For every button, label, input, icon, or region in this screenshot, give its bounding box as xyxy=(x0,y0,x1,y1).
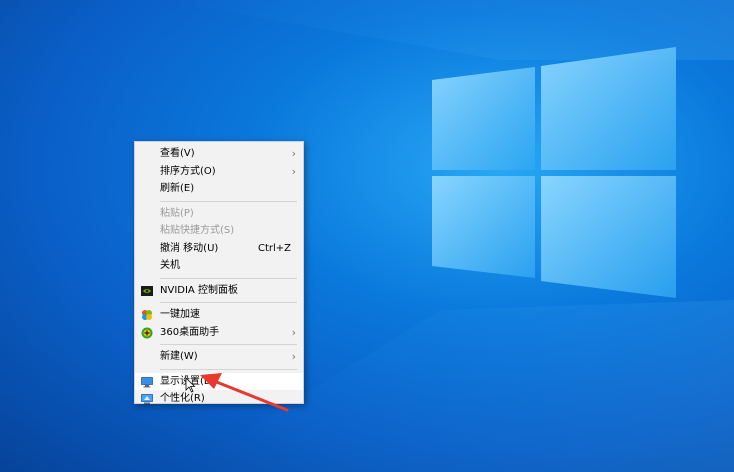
menu-separator xyxy=(160,368,297,370)
menu-separator xyxy=(160,277,297,279)
desktop[interactable]: 查看(V) › 排序方式(O) › 刷新(E) 粘贴(P) 粘贴快捷方式(S) … xyxy=(0,0,734,472)
menu-item-new[interactable]: 新建(W) › xyxy=(135,348,303,366)
menu-item-undo-move[interactable]: 撤消 移动(U) Ctrl+Z xyxy=(135,240,303,258)
menu-item-nvidia-control-panel[interactable]: NVIDIA 控制面板 xyxy=(135,282,303,300)
windows-logo-wallpaper xyxy=(160,0,734,472)
menu-item-personalize[interactable]: 个性化(R) xyxy=(135,390,303,408)
menu-item-paste-shortcut: 粘贴快捷方式(S) xyxy=(160,225,235,236)
menu-separator xyxy=(160,344,297,345)
chevron-right-icon: › xyxy=(291,164,296,178)
chevron-right-icon: › xyxy=(291,147,296,160)
menu-item-speedup[interactable]: 一键加速 xyxy=(135,306,303,324)
menu-item-display-settings[interactable]: 显示设置(D) xyxy=(135,372,303,390)
speedup-icon xyxy=(142,310,152,320)
menu-item-shutdown[interactable]: 关机 xyxy=(135,257,303,275)
mouse-cursor-icon xyxy=(185,377,196,393)
menu-item-refresh[interactable]: 刷新(E) xyxy=(135,180,303,198)
desktop-assistant-icon xyxy=(141,327,153,338)
nvidia-icon xyxy=(141,285,153,296)
desktop-context-menu: 查看(V) › 排序方式(O) › 刷新(E) 粘贴(P) 粘贴快捷方式(S) … xyxy=(134,141,304,404)
menu-item-360-desktop-assistant[interactable]: 360桌面助手 › xyxy=(135,324,303,342)
chevron-right-icon: › xyxy=(291,325,296,339)
menu-separator xyxy=(160,200,297,202)
display-settings-icon xyxy=(141,376,153,387)
menu-item-view[interactable]: 查看(V) › xyxy=(135,145,303,163)
menu-item-sort-by[interactable]: 排序方式(O) › xyxy=(135,163,303,181)
undo-shortcut: Ctrl+Z xyxy=(257,242,291,254)
chevron-right-icon: › xyxy=(291,350,296,363)
personalize-icon xyxy=(141,394,153,404)
menu-separator xyxy=(160,302,297,303)
menu-item-paste: 粘贴(P) xyxy=(160,207,194,219)
